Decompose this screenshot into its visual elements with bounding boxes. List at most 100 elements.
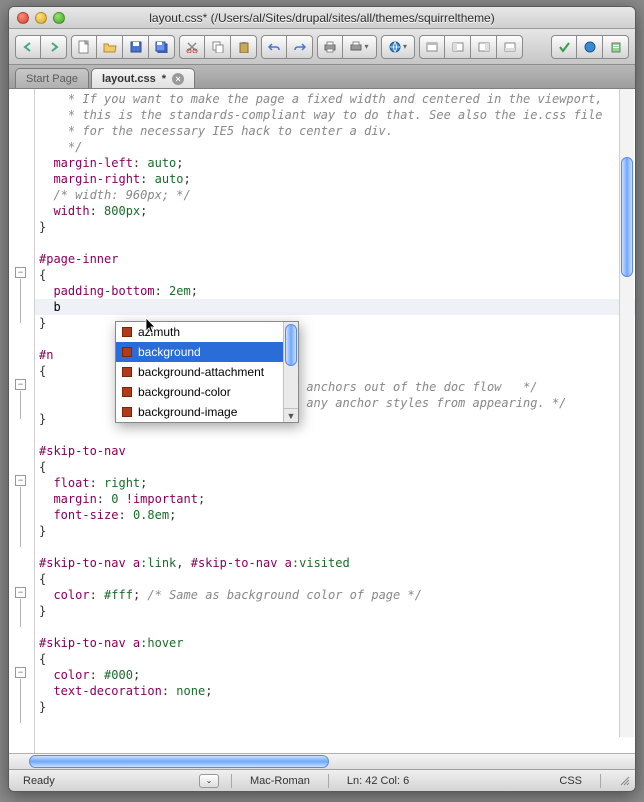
code-editor[interactable]: * If you want to make the page a fixed w… [35, 89, 635, 753]
property-icon [122, 347, 132, 357]
autocomplete-item[interactable]: background-image [116, 402, 298, 422]
code-line: margin: 0 !important; [35, 491, 635, 507]
tab-bar: Start Page layout.css * × [9, 65, 635, 89]
code-line: * for the necessary IE5 hack to center a… [35, 123, 635, 139]
code-line: { [35, 459, 635, 475]
fold-line [20, 279, 21, 323]
code-line: } [35, 699, 635, 715]
code-line [35, 539, 635, 555]
open-file-button[interactable] [97, 35, 123, 59]
code-line: text-decoration: none; [35, 683, 635, 699]
browser-preview-button[interactable] [381, 35, 415, 59]
close-window-button[interactable] [17, 12, 29, 24]
print-button[interactable] [317, 35, 343, 59]
status-popup-button[interactable]: ⌄ [199, 774, 219, 788]
code-line: * this is the standards-compliant way to… [35, 107, 635, 123]
panel-1-button[interactable] [419, 35, 445, 59]
copy-button[interactable] [205, 35, 231, 59]
code-line: color: #000; [35, 667, 635, 683]
horizontal-scroll-thumb[interactable] [29, 755, 329, 768]
status-bar: Ready ⌄ Mac-Roman Ln: 42 Col: 6 CSS [9, 769, 635, 791]
save-button[interactable] [123, 35, 149, 59]
status-language[interactable]: CSS [553, 775, 588, 787]
fold-line [20, 679, 21, 723]
zoom-window-button[interactable] [53, 12, 65, 24]
code-line: { [35, 651, 635, 667]
autocomplete-scroll-thumb[interactable] [285, 324, 297, 366]
editor-window: layout.css* (/Users/al/Sites/drupal/site… [8, 6, 636, 792]
autocomplete-item[interactable]: azimuth [116, 322, 298, 342]
vertical-scroll-thumb[interactable] [621, 157, 633, 277]
code-line: { [35, 571, 635, 587]
autocomplete-item-selected[interactable]: background [116, 342, 298, 362]
redo-button[interactable] [287, 35, 313, 59]
autocomplete-item[interactable]: background-attachment [116, 362, 298, 382]
nav-back-button[interactable] [15, 35, 41, 59]
nav-forward-button[interactable] [41, 35, 67, 59]
code-line: */ [35, 139, 635, 155]
panel-2-button[interactable] [445, 35, 471, 59]
code-line: /* width: 960px; */ [35, 187, 635, 203]
panel-4-button[interactable] [497, 35, 523, 59]
code-line: #page-inner [35, 251, 635, 267]
undo-button[interactable] [261, 35, 287, 59]
property-icon [122, 387, 132, 397]
panel-3-button[interactable] [471, 35, 497, 59]
validate-button[interactable] [551, 35, 577, 59]
autocomplete-scrollbar[interactable]: ▼ [283, 322, 298, 422]
code-line: * If you want to make the page a fixed w… [35, 91, 635, 107]
code-line-cursor: b [35, 299, 635, 315]
globe-tool-button[interactable] [577, 35, 603, 59]
code-line: #skip-to-nav a:hover [35, 635, 635, 651]
fold-toggle[interactable]: − [15, 267, 26, 278]
code-line: } [35, 603, 635, 619]
fold-gutter[interactable]: − − − − − [9, 89, 35, 753]
code-line: { [35, 267, 635, 283]
status-ready: Ready [17, 775, 61, 787]
fold-toggle[interactable]: − [15, 667, 26, 678]
fold-line [20, 487, 21, 547]
window-title: layout.css* (/Users/al/Sites/drupal/site… [149, 11, 494, 25]
code-line: width: 800px; [35, 203, 635, 219]
code-line: font-size: 0.8em; [35, 507, 635, 523]
code-line: } [35, 219, 635, 235]
references-button[interactable] [603, 35, 629, 59]
fold-line [20, 599, 21, 627]
fold-toggle[interactable]: − [15, 379, 26, 390]
autocomplete-popup[interactable]: azimuth background background-attachment… [115, 321, 299, 423]
code-line [35, 619, 635, 635]
editor-area: − − − − − * If you want to make the page… [9, 89, 635, 753]
tab-layout-css[interactable]: layout.css * × [91, 68, 195, 88]
resize-grip[interactable] [613, 775, 627, 787]
paste-button[interactable] [231, 35, 257, 59]
save-all-button[interactable] [149, 35, 175, 59]
autocomplete-scroll-down[interactable]: ▼ [284, 408, 298, 422]
horizontal-scrollbar[interactable] [9, 753, 635, 769]
tab-start-page[interactable]: Start Page [15, 68, 89, 88]
status-cursor-position[interactable]: Ln: 42 Col: 6 [341, 775, 415, 787]
code-line: margin-left: auto; [35, 155, 635, 171]
status-encoding[interactable]: Mac-Roman [244, 775, 316, 787]
cut-button[interactable] [179, 35, 205, 59]
code-line [35, 427, 635, 443]
property-icon [122, 327, 132, 337]
minimize-window-button[interactable] [35, 12, 47, 24]
new-file-button[interactable] [71, 35, 97, 59]
fold-toggle[interactable]: − [15, 475, 26, 486]
code-line: color: #fff; /* Same as background color… [35, 587, 635, 603]
code-line: float: right; [35, 475, 635, 491]
code-line [35, 235, 635, 251]
tab-label: layout.css [102, 73, 156, 85]
fold-toggle[interactable]: − [15, 587, 26, 598]
vertical-scrollbar[interactable] [619, 89, 634, 737]
code-line: #skip-to-nav [35, 443, 635, 459]
property-icon [122, 407, 132, 417]
code-line: padding-bottom: 2em; [35, 283, 635, 299]
autocomplete-item[interactable]: background-color [116, 382, 298, 402]
fold-line [20, 391, 21, 419]
tab-close-button[interactable]: × [172, 73, 184, 85]
titlebar[interactable]: layout.css* (/Users/al/Sites/drupal/site… [9, 7, 635, 29]
tab-dirty-indicator: * [162, 73, 166, 85]
window-controls [17, 12, 65, 24]
print-options-button[interactable] [343, 35, 377, 59]
